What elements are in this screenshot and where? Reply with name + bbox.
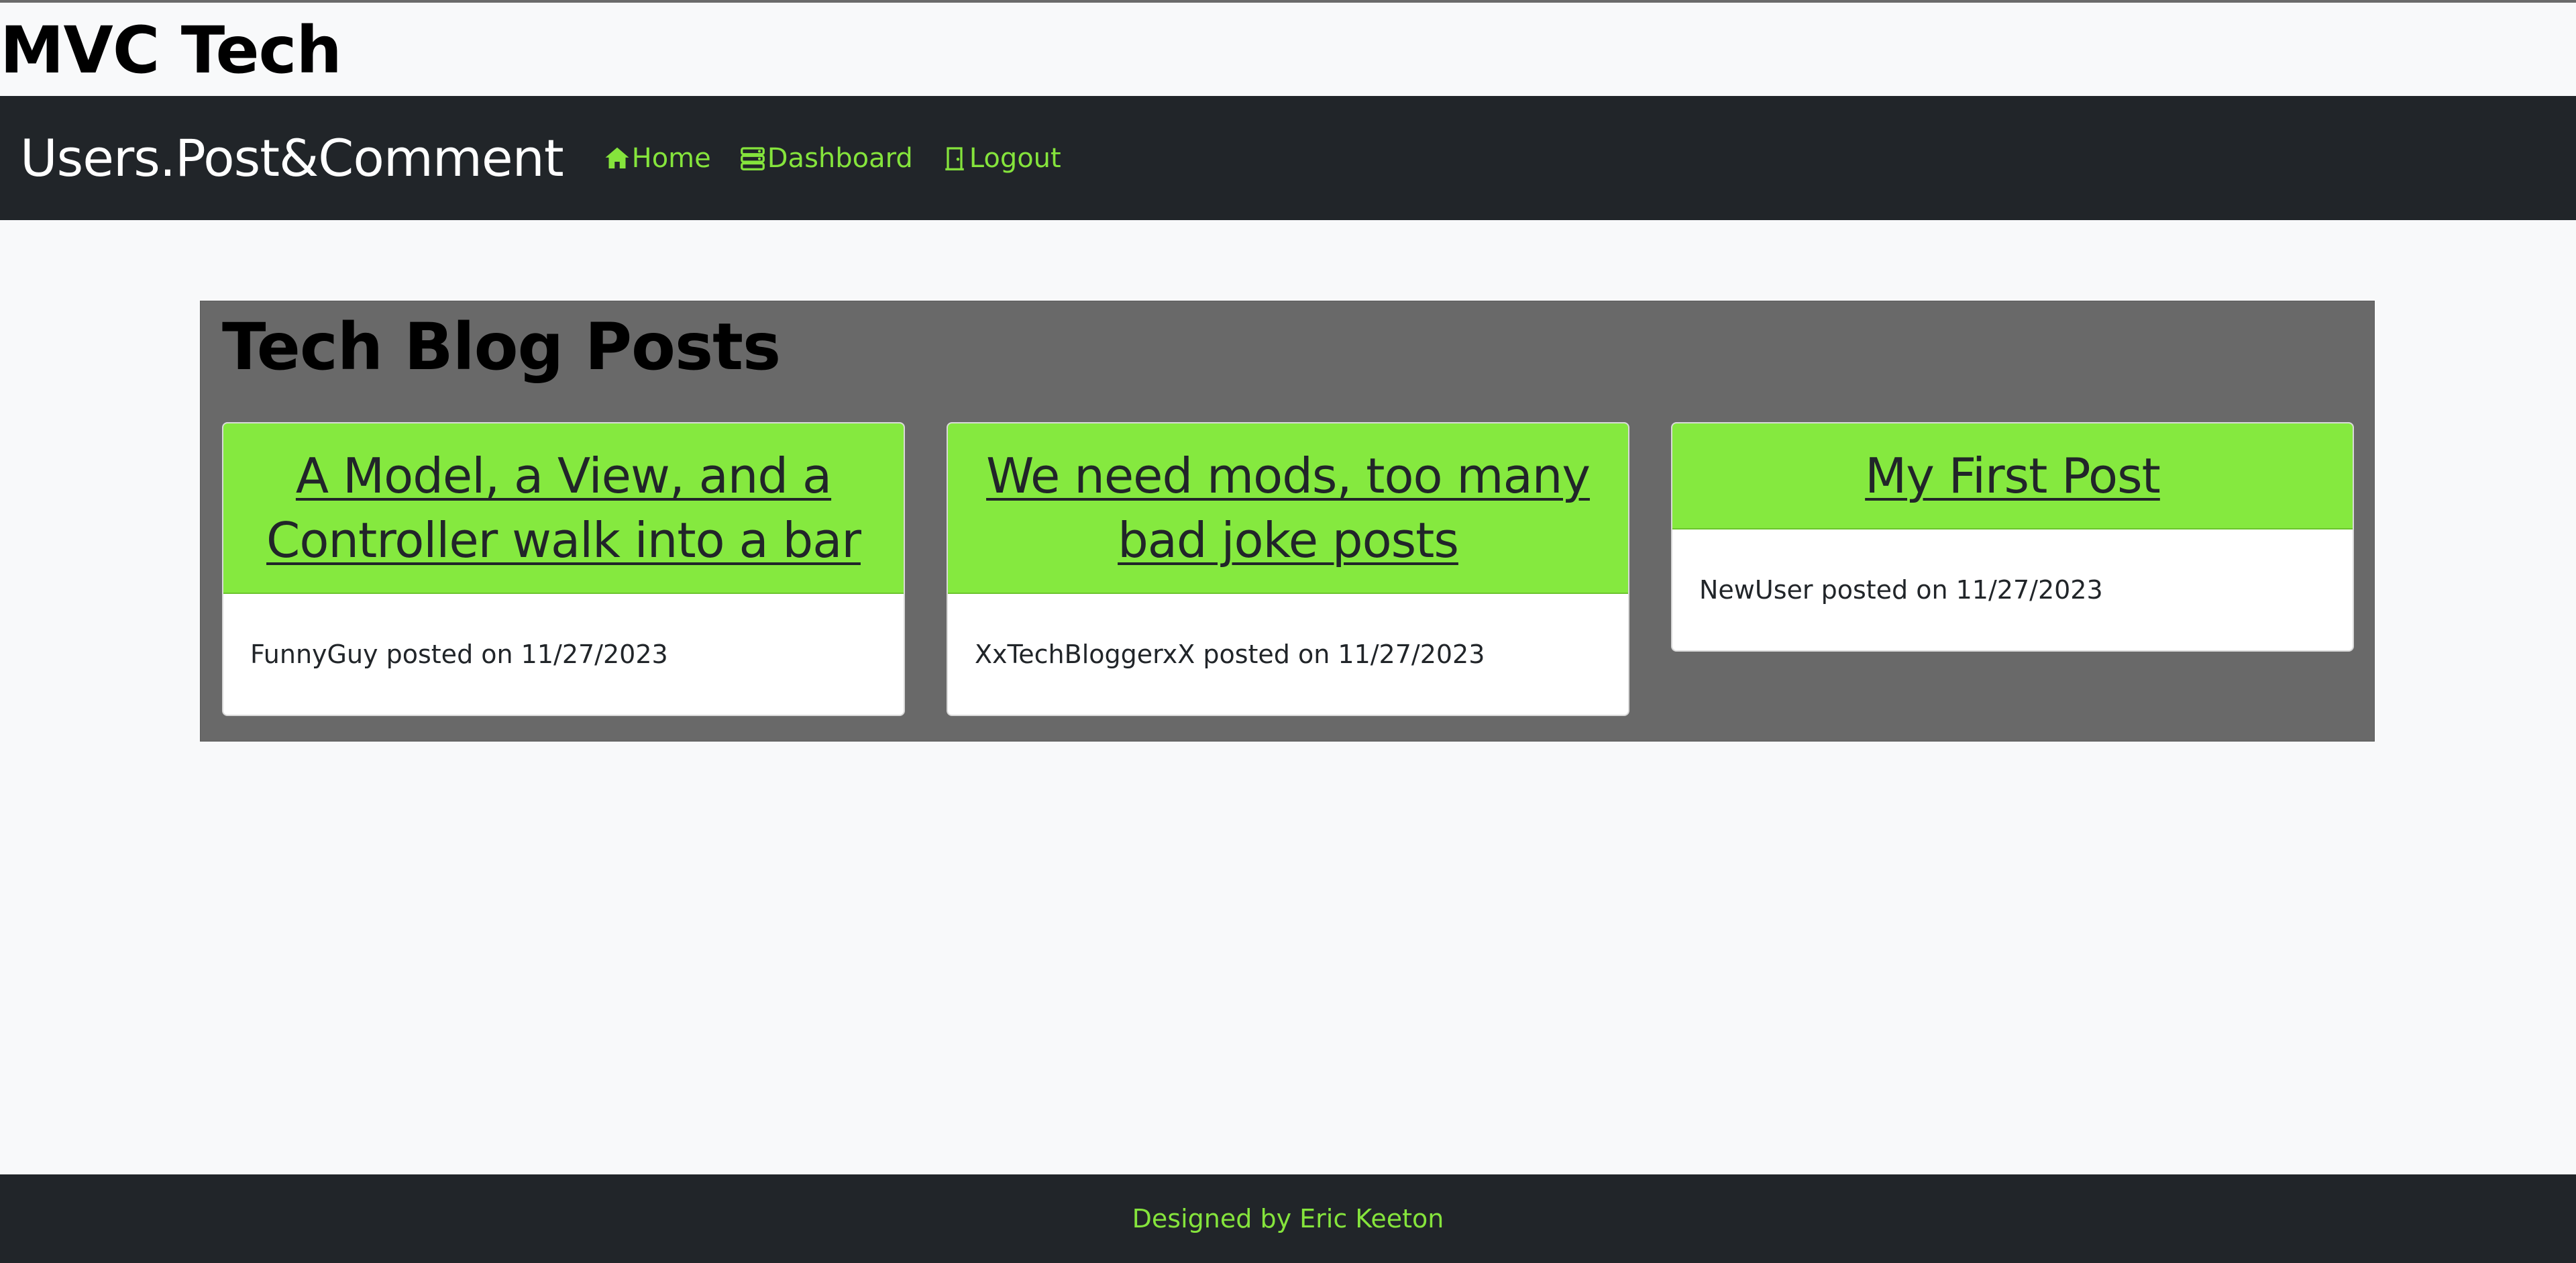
navbar-brand[interactable]: Users.Post&Comment <box>20 128 564 188</box>
navbar: Users.Post&Comment Home Dashboard Logout <box>0 96 2576 220</box>
post-card: A Model, a View, and a Controller walk i… <box>222 422 905 716</box>
site-title: MVC Tech <box>0 13 342 88</box>
post-card-header: A Model, a View, and a Controller walk i… <box>223 423 904 594</box>
post-title-link[interactable]: A Model, a View, and a Controller walk i… <box>244 444 883 572</box>
house-icon <box>605 147 629 168</box>
footer-credit: Designed by Eric Keeton <box>1132 1204 1444 1233</box>
nav-link-logout-label: Logout <box>969 142 1061 174</box>
nav-link-dashboard[interactable]: Dashboard <box>739 143 913 174</box>
dashboard-icon <box>740 146 765 170</box>
nav-link-logout[interactable]: Logout <box>941 143 1061 174</box>
door-icon <box>945 146 964 170</box>
post-card: My First Post NewUser posted on 11/27/20… <box>1671 422 2354 652</box>
nav-link-home-label: Home <box>631 142 711 174</box>
post-card-header: We need mods, too many bad joke posts <box>948 423 1628 594</box>
post-card: We need mods, too many bad joke posts Xx… <box>947 422 1629 716</box>
footer: Designed by Eric Keeton <box>0 1174 2576 1263</box>
panel-heading: Tech Blog Posts <box>222 309 781 385</box>
post-card-header: My First Post <box>1672 423 2353 529</box>
top-rule <box>0 0 2576 3</box>
post-meta: NewUser posted on 11/27/2023 <box>1699 575 2103 605</box>
post-title-link[interactable]: My First Post <box>1865 444 2161 508</box>
post-meta: XxTechBloggerxX posted on 11/27/2023 <box>975 640 1485 669</box>
post-meta: FunnyGuy posted on 11/27/2023 <box>250 640 668 669</box>
nav-link-dashboard-label: Dashboard <box>767 142 913 174</box>
nav-link-home[interactable]: Home <box>604 143 711 174</box>
post-title-link[interactable]: We need mods, too many bad joke posts <box>968 444 1608 572</box>
posts-panel: Tech Blog Posts A Model, a View, and a C… <box>200 301 2375 742</box>
nav-links: Home Dashboard Logout <box>604 143 1089 174</box>
